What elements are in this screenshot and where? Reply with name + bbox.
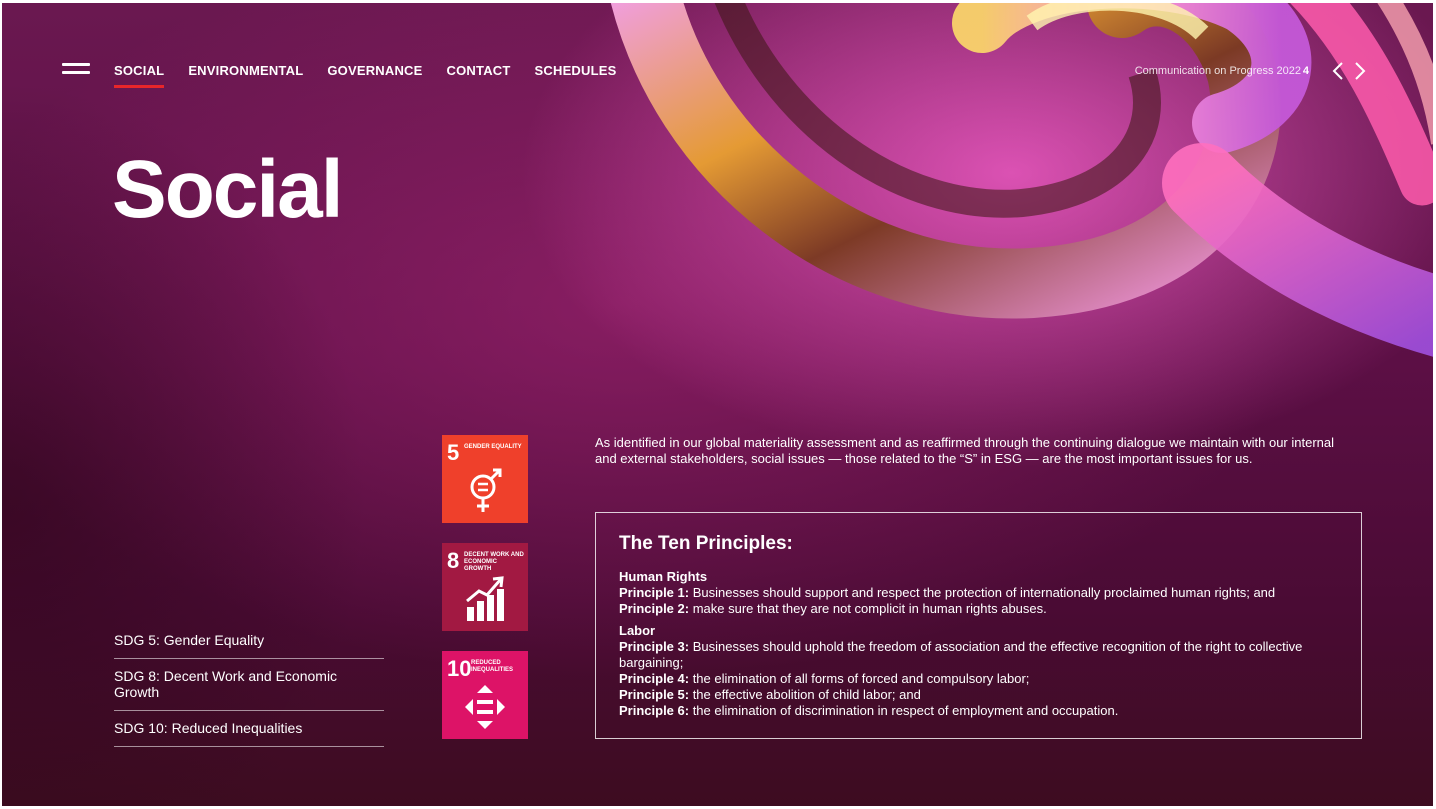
nav-item-social[interactable]: SOCIAL [114,63,165,88]
nav-item-contact[interactable]: CONTACT [447,63,511,88]
principle-text: Businesses should support and respect th… [689,585,1276,600]
nav-item-governance[interactable]: GOVERNANCE [327,63,422,88]
page-number: 4 [1302,65,1309,77]
intro-paragraph: As identified in our global materiality … [595,435,1335,466]
previous-page-icon[interactable] [1330,61,1346,81]
principle-label: Principle 1: [619,585,690,600]
principle-text: the effective abolition of child labor; … [689,687,921,702]
sdg-10-tile: 10 REDUCED INEQUALITIES [442,651,528,739]
nav-item-schedules[interactable]: SCHEDULES [535,63,617,88]
principle-text: make sure that they are not complicit in… [689,601,1047,616]
principle-label: Principle 2: [619,601,690,616]
report-title: Communication on Progress 2022 [1134,65,1301,77]
next-page-icon[interactable] [1352,61,1368,81]
sdg-tile-label: GENDER EQUALITY [464,444,522,450]
page-frame: SOCIAL ENVIRONMENTAL GOVERNANCE CONTACT … [2,3,1433,806]
sdg-tile-label: DECENT WORK AND ECONOMIC GROWTH [464,552,524,572]
gender-equality-icon [470,468,502,512]
sdg-link-reduced-inequalities[interactable]: SDG 10: Reduced Inequalities [114,711,384,747]
human-rights-section: Human Rights Principle 1: Businesses sho… [619,569,1339,617]
human-rights-title: Human Rights [619,569,708,584]
sdg-link-gender-equality[interactable]: SDG 5: Gender Equality [114,623,384,659]
principle-text: Businesses should uphold the freedom of … [619,639,1303,670]
sdg-5-tile: 5 GENDER EQUALITY [442,435,528,523]
sdg-tile-number: 8 [447,548,460,573]
labor-title: Labor [619,623,656,638]
principle-label: Principle 5: [619,687,690,702]
sdg-tile-number: 10 [447,656,472,681]
economic-growth-icon [466,576,504,621]
hamburger-menu-icon[interactable] [62,63,90,81]
paint-swirl-image [610,3,1433,357]
principle-label: Principle 6: [619,703,690,718]
sdg-tile-label: REDUCED INEQUALITIES [471,660,514,673]
sdg-link-list: SDG 5: Gender Equality SDG 8: Decent Wor… [114,623,384,747]
main-nav: SOCIAL ENVIRONMENTAL GOVERNANCE CONTACT … [114,63,617,88]
principle-label: Principle 4: [619,671,690,686]
labor-section: Labor Principle 3: Businesses should uph… [619,623,1339,719]
sdg-8-tile: 8 DECENT WORK AND ECONOMIC GROWTH [442,543,528,631]
principle-text: the elimination of discrimination in res… [689,703,1119,718]
sdg-link-decent-work[interactable]: SDG 8: Decent Work and Economic Growth [114,659,384,711]
sdg-tile-number: 5 [447,440,460,465]
nav-item-environmental[interactable]: ENVIRONMENTAL [188,63,303,88]
ten-principles-box: The Ten Principles: Human Rights Princip… [595,512,1362,739]
principles-heading: The Ten Principles: [619,533,793,554]
reduced-inequalities-icon [465,685,505,729]
principle-text: the elimination of all forms of forced a… [689,671,1030,686]
principle-label: Principle 3: [619,639,690,654]
page-title: Social [112,144,344,235]
